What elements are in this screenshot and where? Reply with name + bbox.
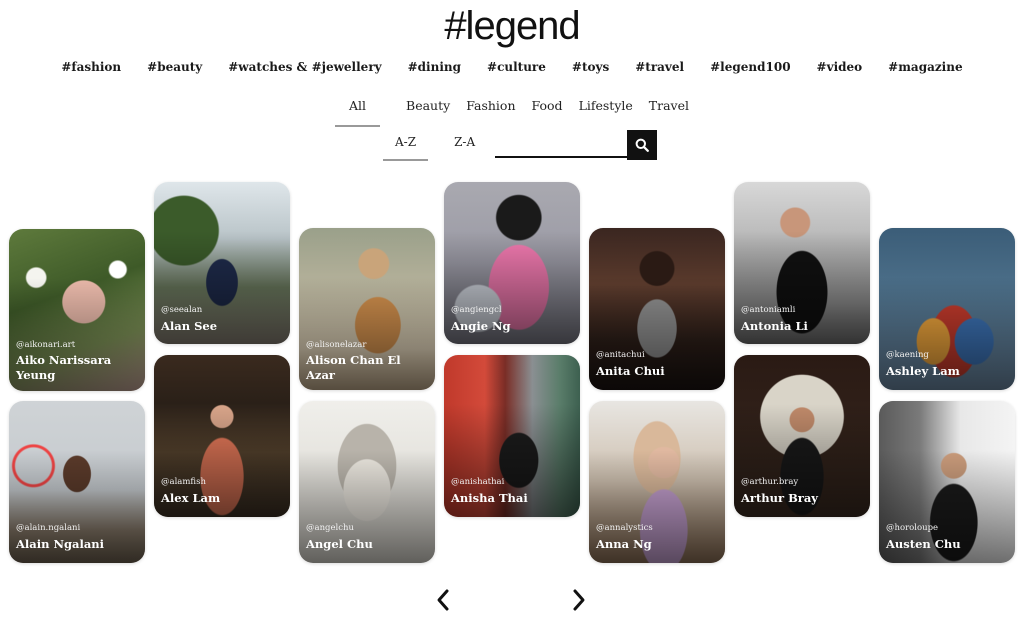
nav-fashion[interactable]: #fashion [61, 60, 121, 74]
influencer-name: Alan See [161, 319, 218, 333]
influencer-name: Arthur Bray [741, 491, 818, 505]
tab-travel[interactable]: Travel [649, 98, 689, 127]
influencer-name: Austen Chu [886, 537, 961, 551]
instagram-handle: @angiengcl [451, 305, 502, 315]
tab-lifestyle[interactable]: Lifestyle [579, 98, 633, 127]
influencer-name: Antonia Li [741, 319, 808, 333]
search-input[interactable] [495, 134, 628, 158]
tab-all[interactable]: All [334, 98, 381, 127]
search-box [495, 130, 658, 160]
influencer-card-alison[interactable]: @alisonelazar Alison Chan El Azar [299, 228, 435, 390]
prev-page-button[interactable] [431, 586, 455, 614]
instagram-handle: @anitachui [596, 350, 645, 360]
influencer-card-aiko[interactable]: @aikonari.art Aiko Narissara Yeung [9, 229, 145, 391]
search-icon [635, 138, 650, 152]
site-logo[interactable]: #legend [0, 4, 1024, 49]
instagram-handle: @kaening [886, 350, 929, 360]
influencer-name: Alain Ngalani [16, 537, 105, 551]
chevron-left-icon [437, 589, 449, 611]
instagram-handle: @annalystics [596, 523, 653, 533]
influencer-name: Anna Ng [596, 537, 652, 551]
nav-video[interactable]: #video [817, 60, 863, 74]
main-nav: #fashion #beauty #watches & #jewellery #… [0, 60, 1024, 74]
influencer-card-austen[interactable]: @horoloupe Austen Chu [879, 401, 1015, 563]
instagram-handle: @seealan [161, 305, 203, 315]
instagram-handle: @antoniamli [741, 305, 796, 315]
tab-fashion[interactable]: Fashion [466, 98, 515, 127]
instagram-handle: @alisonelazar [306, 340, 367, 350]
nav-beauty[interactable]: #beauty [147, 60, 202, 74]
sort-bar: A-Z Z-A [383, 130, 658, 161]
next-page-button[interactable] [567, 586, 591, 614]
search-button[interactable] [627, 130, 658, 160]
influencer-card-ashley[interactable]: @kaening Ashley Lam [879, 228, 1015, 390]
influencer-name: Aiko Narissara Yeung [16, 353, 112, 382]
influencer-card-anisha[interactable]: @anishathai Anisha Thai [444, 355, 580, 517]
nav-magazine[interactable]: #magazine [888, 60, 962, 74]
influencer-name: Angie Ng [451, 319, 511, 333]
influencer-card-antonia[interactable]: @antoniamli Antonia Li [734, 182, 870, 344]
nav-legend100[interactable]: #legend100 [710, 60, 790, 74]
instagram-handle: @aikonari.art [16, 340, 76, 350]
influencer-card-alain[interactable]: @alain.ngalani Alain Ngalani [9, 401, 145, 563]
tab-beauty[interactable]: Beauty [406, 98, 450, 127]
tab-food[interactable]: Food [532, 98, 563, 127]
influencer-name: Anisha Thai [451, 491, 528, 505]
instagram-handle: @horoloupe [886, 523, 939, 533]
influencer-name: Anita Chui [596, 364, 665, 378]
influencer-card-arthur[interactable]: @arthur.bray Arthur Bray [734, 355, 870, 517]
page: #legend #fashion #beauty #watches & #jew… [0, 0, 1024, 624]
influencer-card-angie[interactable]: @angiengcl Angie Ng [444, 182, 580, 344]
nav-watches-jewellery[interactable]: #watches & #jewellery [228, 60, 381, 74]
nav-toys[interactable]: #toys [572, 60, 609, 74]
sort-az-button[interactable]: A-Z [383, 134, 429, 161]
nav-travel[interactable]: #travel [635, 60, 684, 74]
chevron-right-icon [573, 589, 585, 611]
influencer-card-anita[interactable]: @anitachui Anita Chui [589, 228, 725, 390]
category-tabs: All Beauty Fashion Food Lifestyle Travel [0, 98, 1024, 127]
instagram-handle: @alain.ngalani [16, 523, 81, 533]
influencer-card-angel[interactable]: @angelchu Angel Chu [299, 401, 435, 563]
influencer-name: Angel Chu [306, 537, 373, 551]
instagram-handle: @alamfish [161, 477, 206, 487]
influencer-name: Alex Lam [161, 491, 221, 505]
influencer-card-alex[interactable]: @alamfish Alex Lam [154, 355, 290, 517]
influencer-card-anna[interactable]: @annalystics Anna Ng [589, 401, 725, 563]
influencer-name: Alison Chan El Azar [306, 353, 401, 382]
instagram-handle: @angelchu [306, 523, 354, 533]
instagram-handle: @arthur.bray [741, 477, 799, 487]
influencer-card-alan[interactable]: @seealan Alan See [154, 182, 290, 344]
nav-dining[interactable]: #dining [408, 60, 461, 74]
nav-culture[interactable]: #culture [487, 60, 546, 74]
sort-za-button[interactable]: Z-A [442, 134, 487, 159]
instagram-handle: @anishathai [451, 477, 505, 487]
influencer-name: Ashley Lam [886, 364, 960, 378]
